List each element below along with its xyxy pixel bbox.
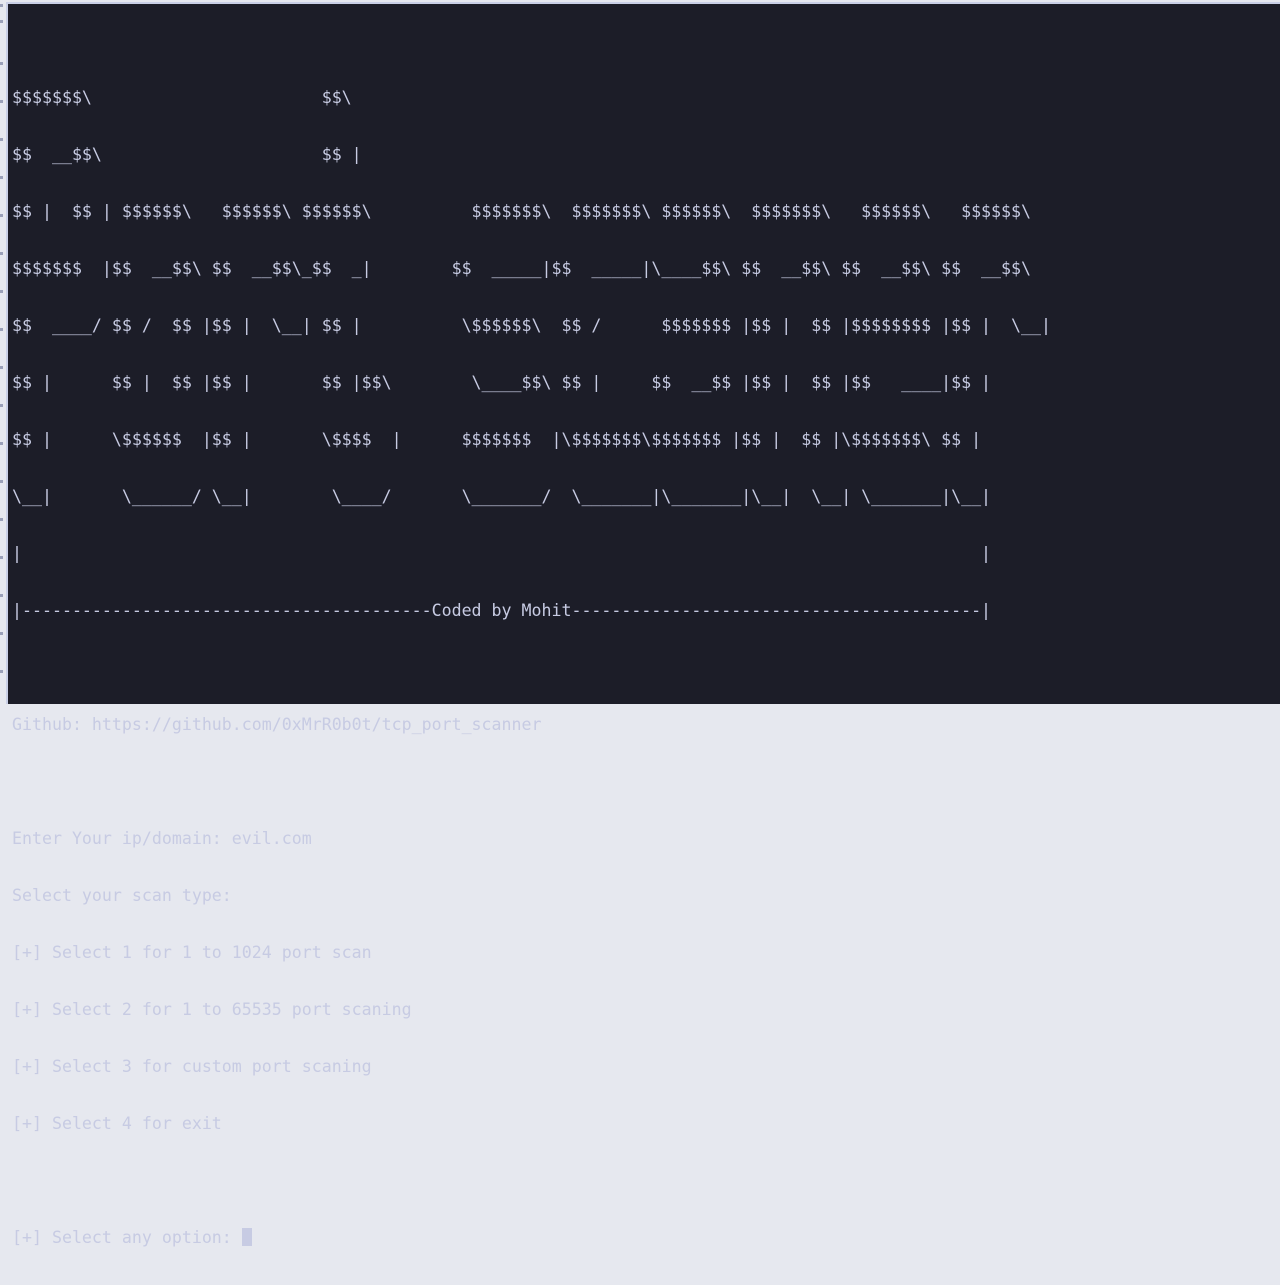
option-line: [+] Select 1 for 1 to 1024 port scan — [12, 943, 372, 962]
banner-line: $$ __$$\ $$ | — [12, 145, 362, 164]
option-prompt: [+] Select any option: — [12, 1228, 242, 1247]
banner-line: $$ | $$ | $$$$$$\ $$$$$$\ $$$$$$\ $$$$$$… — [12, 202, 1032, 221]
terminal-window[interactable]: $$$$$$$\ $$\ $$ __$$\ $$ | $$ | $$ | $$$… — [6, 2, 1280, 1247]
banner-line: $$$$$$$ |$$ __$$\ $$ __$$\_$$ _| $$ ____… — [12, 259, 1032, 278]
option-line: [+] Select 2 for 1 to 65535 port scaning — [12, 1000, 412, 1019]
banner-line: \__| \______/ \__| \____/ \_______/ \___… — [12, 487, 992, 506]
banner-credit-line: |---------------------------------------… — [12, 601, 992, 620]
scan-type-prompt: Select your scan type: — [12, 886, 232, 905]
ip-prompt: Enter Your ip/domain: evil.com — [12, 829, 312, 848]
terminal-output: $$$$$$$\ $$\ $$ __$$\ $$ | $$ | $$ | $$$… — [12, 50, 1051, 1285]
banner-line: | | — [12, 544, 992, 563]
option-line: [+] Select 3 for custom port scaning — [12, 1057, 372, 1076]
banner-line: $$ | \$$$$$$ |$$ | \$$$$ | $$$$$$$ |\$$$… — [12, 430, 982, 449]
github-line: Github: https://github.com/0xMrR0b0t/tcp… — [12, 715, 542, 734]
banner-line: $$ | $$ | $$ |$$ | $$ |$$\ \____$$\ $$ |… — [12, 373, 992, 392]
input-line[interactable]: [+] Select any option: — [12, 1228, 1051, 1247]
banner-line: $$ ____/ $$ / $$ |$$ | \__| $$ | \$$$$$$… — [12, 316, 1051, 335]
option-line: [+] Select 4 for exit — [12, 1114, 222, 1133]
text-cursor[interactable] — [241, 1228, 252, 1246]
banner-line: $$$$$$$\ $$\ — [12, 88, 352, 107]
